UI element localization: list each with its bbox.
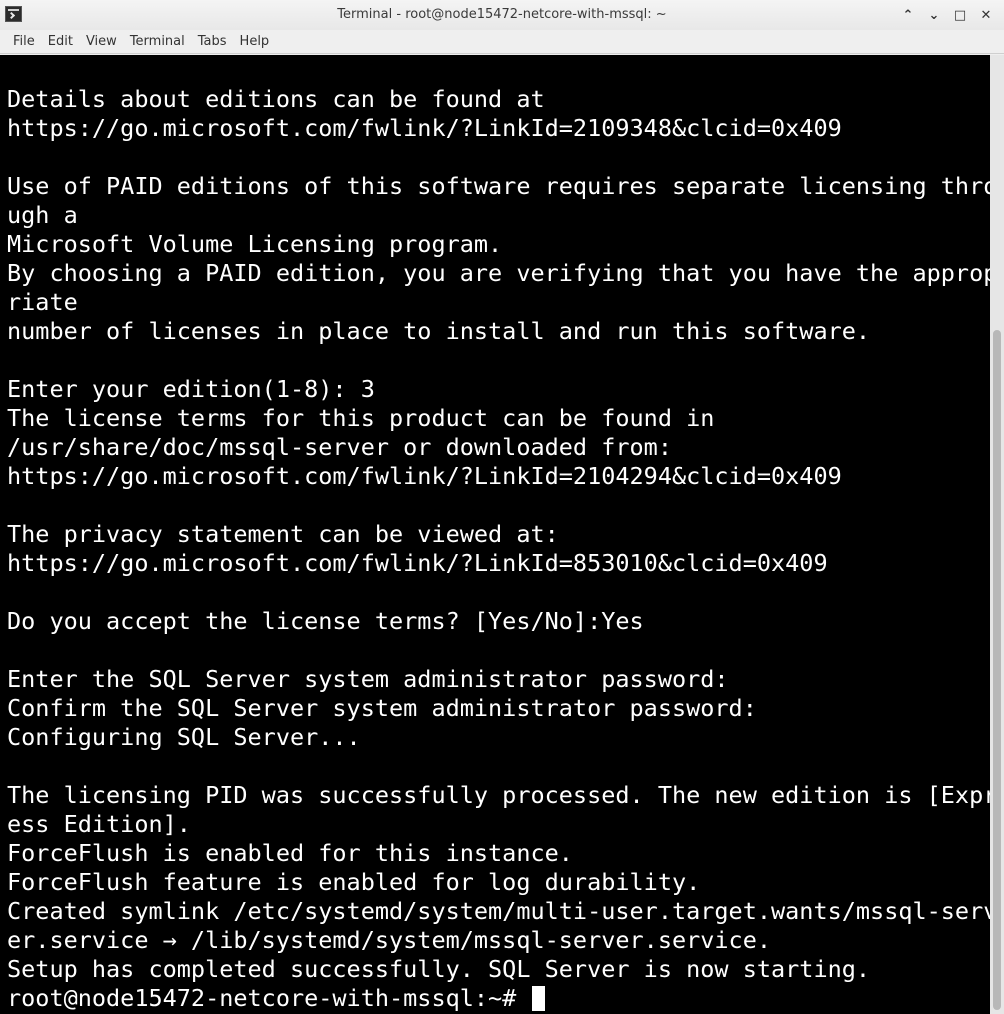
terminal-line: /usr/share/doc/mssql-server or downloade… [7, 433, 672, 461]
shade-button[interactable]: ⌄ [924, 4, 944, 26]
terminal-line: Do you accept the license terms? [Yes/No… [7, 607, 644, 635]
text-cursor [532, 986, 546, 1011]
terminal-line: ForceFlush is enabled for this instance. [7, 839, 573, 867]
terminal-line: Microsoft Volume Licensing program. [7, 230, 503, 258]
terminal-line: https://go.microsoft.com/fwlink/?LinkId=… [7, 549, 828, 577]
terminal-window: Terminal - root@node15472-netcore-with-m… [0, 0, 1004, 1014]
terminal-line: Created symlink /etc/systemd/system/mult… [7, 897, 990, 925]
minimize-button[interactable]: ⌃ [898, 4, 918, 26]
close-button[interactable]: ✕ [976, 4, 996, 26]
menu-edit[interactable]: Edit [42, 32, 79, 51]
window-controls: ⌃ ⌄ □ ✕ [898, 4, 996, 26]
menu-help[interactable]: Help [234, 32, 276, 51]
menu-tabs[interactable]: Tabs [192, 32, 233, 51]
terminal-text: Details about editions can be found at ht… [7, 85, 990, 1013]
scrollbar-thumb[interactable] [993, 330, 1001, 1010]
terminal-line: Confirm the SQL Server system administra… [7, 694, 757, 722]
terminal-line: number of licenses in place to install a… [7, 317, 871, 345]
title-bar[interactable]: Terminal - root@node15472-netcore-with-m… [0, 0, 1004, 31]
terminal-line: ForceFlush feature is enabled for log du… [7, 868, 701, 896]
menu-view[interactable]: View [80, 32, 123, 51]
terminal-line: https://go.microsoft.com/fwlink/?LinkId=… [7, 114, 842, 142]
terminal-line: riate [7, 288, 78, 316]
vertical-scrollbar[interactable] [990, 55, 1004, 1014]
terminal-line: Details about editions can be found at [7, 85, 545, 113]
terminal-line: Enter the SQL Server system administrato… [7, 665, 729, 693]
terminal-line: Use of PAID editions of this software re… [7, 172, 990, 200]
menu-bar: File Edit View Terminal Tabs Help [0, 30, 1004, 54]
terminal-line: Setup has completed successfully. SQL Se… [7, 955, 871, 983]
chevron-down-icon: ⌄ [928, 7, 940, 23]
terminal-line: The privacy statement can be viewed at: [7, 520, 559, 548]
terminal-line: ess Edition]. [7, 810, 191, 838]
terminal-line: The license terms for this product can b… [7, 404, 715, 432]
terminal-line: https://go.microsoft.com/fwlink/?LinkId=… [7, 462, 842, 490]
terminal-line: er.service → /lib/systemd/system/mssql-s… [7, 926, 772, 954]
chevron-up-icon: ⌃ [902, 7, 914, 23]
terminal-line: By choosing a PAID edition, you are veri… [7, 259, 990, 287]
terminal-line: The licensing PID was successfully proce… [7, 781, 990, 809]
shell-prompt: root@node15472-netcore-with-mssql:~# [7, 984, 531, 1012]
terminal-line: Configuring SQL Server... [7, 723, 361, 751]
terminal-line: Enter your edition(1-8): 3 [7, 375, 375, 403]
menu-terminal[interactable]: Terminal [124, 32, 191, 51]
terminal-prompt-line: root@node15472-netcore-with-mssql:~# [7, 984, 990, 1013]
window-title: Terminal - root@node15472-netcore-with-m… [337, 7, 667, 22]
menu-file[interactable]: File [7, 32, 41, 51]
close-icon: ✕ [980, 7, 992, 23]
maximize-icon: □ [953, 7, 967, 23]
terminal-line: ugh a [7, 201, 78, 229]
terminal-output-area[interactable]: Details about editions can be found at ht… [0, 55, 990, 1014]
maximize-button[interactable]: □ [950, 4, 970, 26]
